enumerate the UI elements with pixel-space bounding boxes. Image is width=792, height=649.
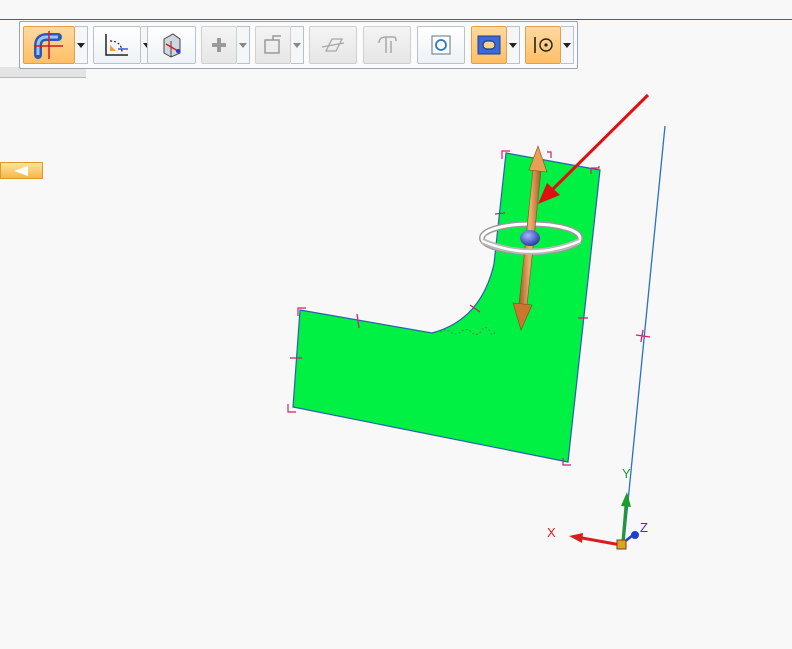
- triad-origin: [616, 539, 627, 550]
- x-axis-arrow-head: [569, 533, 583, 543]
- l-shaped-face[interactable]: [292, 152, 601, 463]
- y-axis-arrow-head: [621, 492, 631, 507]
- axis-tick-mark: [635, 334, 651, 338]
- coordinate-triad[interactable]: [569, 492, 639, 550]
- manipulator-ball[interactable]: [520, 230, 540, 246]
- x-axis-arrow: [581, 536, 622, 547]
- y-axis-label: Y: [622, 466, 631, 481]
- x-axis-label: X: [547, 525, 556, 540]
- y-axis-arrow: [621, 504, 628, 542]
- z-axis-arrow-head: [631, 531, 639, 539]
- z-axis-label: Z: [640, 520, 648, 535]
- graphics-viewport[interactable]: X Y Z: [0, 0, 792, 649]
